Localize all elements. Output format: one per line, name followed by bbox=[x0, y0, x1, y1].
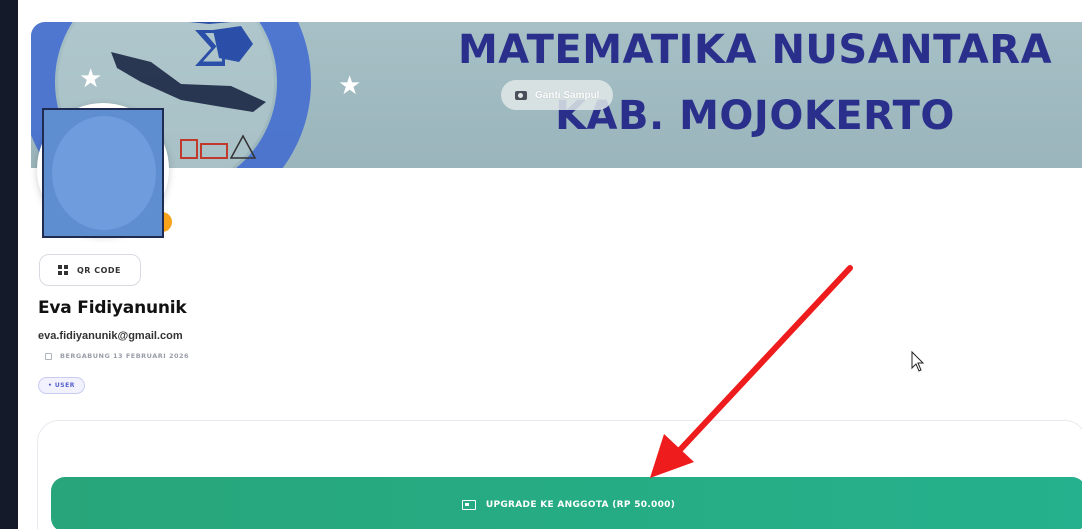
change-cover-button[interactable]: Ganti Sampul bbox=[501, 80, 614, 110]
upgrade-label: UPGRADE KE ANGGOTA (RP 50.000) bbox=[485, 499, 676, 510]
change-cover-label: Ganti Sampul bbox=[535, 89, 600, 101]
avatar[interactable] bbox=[42, 108, 164, 238]
user-email: eva.fidiyanunik@gmail.com bbox=[38, 330, 183, 342]
svg-text:★: ★ bbox=[338, 71, 361, 101]
upgrade-member-button[interactable]: UPGRADE KE ANGGOTA (RP 50.000) bbox=[51, 477, 1082, 529]
qr-code-icon bbox=[58, 265, 68, 275]
user-name: Eva Fidiyanunik bbox=[38, 298, 187, 318]
id-card-icon bbox=[461, 499, 476, 510]
qr-code-label: QR CODE bbox=[77, 265, 122, 275]
cover-title-line1: MATEMATIKA NUSANTARA bbox=[457, 27, 1053, 73]
join-date: BERGABUNG 13 FEBRUARI 2026 bbox=[60, 352, 190, 360]
calendar-icon bbox=[45, 352, 52, 360]
left-sidebar-edge bbox=[0, 0, 18, 529]
role-badge: • USER bbox=[38, 377, 85, 394]
cover-banner: ★ ★ Σ MATEMATIKA NUSANTARA KAB. MOJOKERT… bbox=[31, 22, 1082, 168]
camera-icon bbox=[515, 90, 527, 100]
qr-code-button[interactable]: QR CODE bbox=[39, 254, 141, 286]
svg-text:★: ★ bbox=[79, 64, 102, 94]
svg-text:Σ: Σ bbox=[193, 22, 228, 78]
avatar-photo bbox=[52, 116, 156, 230]
join-date-row: BERGABUNG 13 FEBRUARI 2026 bbox=[45, 352, 189, 360]
